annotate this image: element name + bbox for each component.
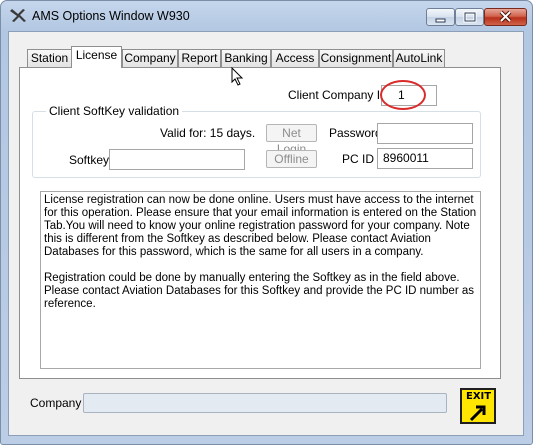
highlight-circle [380,80,426,110]
license-info-textbox[interactable]: License registration can now be done onl… [40,191,481,369]
airplane-icon [10,9,26,22]
maximize-icon [463,11,477,23]
close-button[interactable] [484,8,527,26]
password-field[interactable] [377,123,473,144]
offline-button[interactable]: Offline [266,150,317,168]
exit-arrow-icon [469,405,486,422]
softkey-field[interactable] [109,149,245,170]
info-paragraph-1: License registration can now be done onl… [44,194,477,258]
minimize-button[interactable] [426,8,455,26]
tab-consignment[interactable]: Consignment [319,49,393,67]
pc-id-label: PC ID [342,152,375,166]
exit-button[interactable]: EXIT [460,388,496,424]
tab-station[interactable]: Station [27,49,72,67]
exit-label: EXIT [466,391,492,402]
tab-license[interactable]: License [71,46,122,68]
minimize-icon [435,18,446,23]
company-label: Company [30,396,82,410]
close-icon [499,10,512,23]
window-title: AMS Options Window W930 [32,9,190,23]
softkey-label: Softkey [69,153,110,167]
password-label: Password [329,126,382,140]
tab-report[interactable]: Report [178,49,221,67]
maximize-button[interactable] [455,8,484,26]
title-bar[interactable]: AMS Options Window W930 [1,1,532,31]
pc-id-field[interactable]: 8960011 [377,148,473,169]
tab-company[interactable]: Company [122,49,178,67]
softkey-validation-group-title: Client SoftKey validation [46,104,183,118]
tab-access[interactable]: Access [271,49,319,67]
tab-banking[interactable]: Banking [221,49,271,67]
net-login-button[interactable]: Net Login [266,124,317,156]
company-field[interactable] [83,393,447,413]
mouse-cursor-icon [231,67,244,86]
tab-autolink[interactable]: AutoLink [393,49,445,67]
info-paragraph-2: Registration could be done by manually e… [44,272,474,310]
valid-for-text: Valid for: 15 days. [160,126,256,140]
client-company-id-label: Client Company ID [288,88,389,102]
